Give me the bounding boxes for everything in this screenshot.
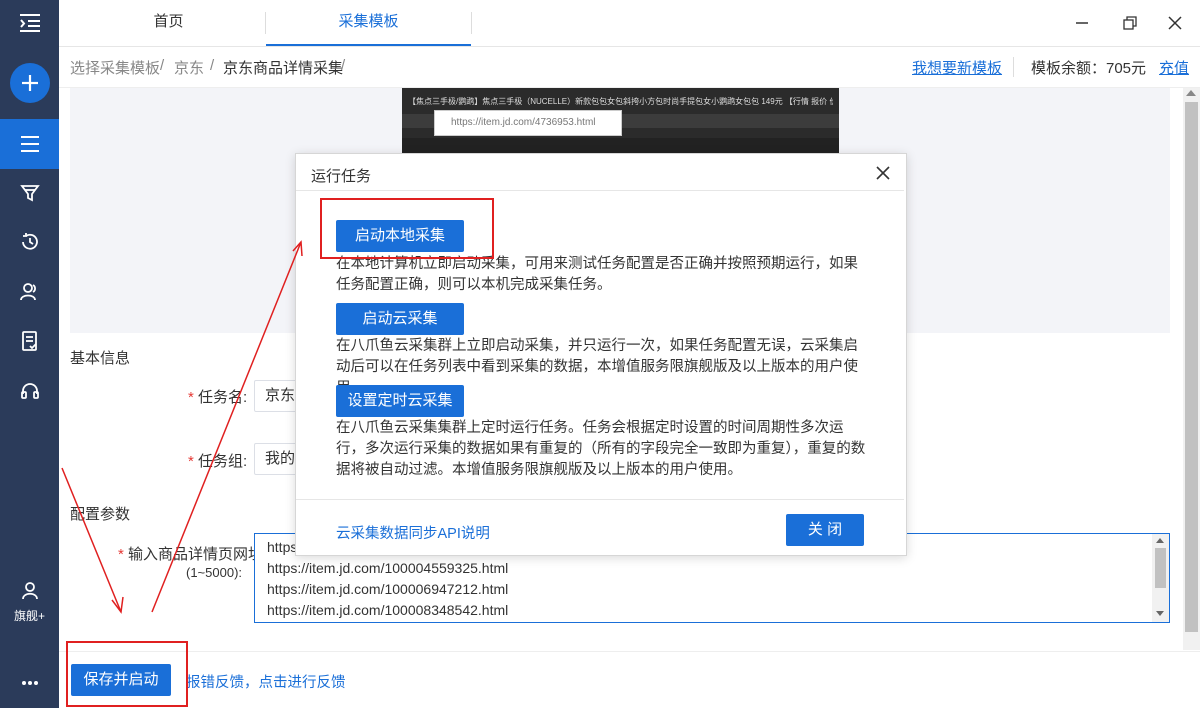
filter-icon: [19, 185, 40, 202]
more-icon: [21, 681, 38, 685]
dialog-close-action-button[interactable]: 关 闭: [786, 514, 864, 546]
want-new-template-link[interactable]: 我想要新模板: [912, 57, 1002, 78]
annotation-highlight-box: [320, 198, 494, 259]
tab-templates[interactable]: 采集模板: [266, 0, 471, 46]
local-collect-description: 在本地计算机立即启动采集，可用来测试任务配置是否正确并按照预期运行，如果任务配置…: [336, 256, 858, 293]
more-button[interactable]: [0, 658, 59, 708]
preview-url-box: https://item.jd.com/4736953.html: [434, 110, 622, 136]
textarea-scrollbar-thumb[interactable]: [1155, 548, 1166, 588]
dialog-title: 运行任务: [311, 168, 372, 185]
user-icon: [21, 582, 38, 600]
history-icon: [21, 233, 38, 250]
scroll-down-arrow-icon[interactable]: [1156, 611, 1164, 616]
breadcrumb-item-select-template[interactable]: 选择采集模板: [70, 57, 160, 78]
feedback-link[interactable]: 报错反馈，点击进行反馈: [186, 671, 346, 692]
required-mark: *: [188, 389, 194, 406]
url-input-hint: (1~5000):: [186, 565, 243, 580]
close-icon: [1168, 16, 1182, 30]
annotation-highlight-box: [66, 641, 188, 707]
plus-icon: [22, 75, 38, 91]
required-mark: *: [188, 453, 194, 470]
tab-home[interactable]: 首页: [71, 0, 266, 46]
window-close-button[interactable]: [1164, 12, 1186, 34]
breadcrumb-separator: /: [160, 57, 165, 74]
dialog-close-button[interactable]: [875, 165, 891, 181]
breadcrumb-separator: /: [341, 57, 346, 74]
scroll-up-arrow-icon[interactable]: [1186, 90, 1196, 96]
preview-screenshot: 【焦点三手极/鹦鹉】焦点三手极（NUCELLE）新款包包女包斜挎小方包时尚手提包…: [402, 88, 839, 154]
task-group-label-text: 任务组:: [198, 453, 248, 470]
scroll-up-arrow-icon[interactable]: [1156, 538, 1164, 543]
breadcrumb-bar: 选择采集模板 / 京东 / 京东商品详情采集 / 我想要新模板 模板余额：705…: [59, 47, 1200, 88]
sidebar-item-data[interactable]: [0, 316, 59, 366]
sidebar-item-support[interactable]: [0, 366, 59, 416]
sidebar-item-templates[interactable]: [0, 168, 59, 218]
breadcrumb-separator: /: [210, 57, 215, 74]
menu-collapse-icon[interactable]: [0, 0, 59, 46]
schedule-collect-description: 在八爪鱼云采集集群上定时运行任务。任务会根据定时设置的时间周期性多次运行，多次运…: [336, 420, 866, 478]
recharge-link[interactable]: 充值: [1159, 57, 1189, 78]
dialog-header-divider: [296, 190, 904, 191]
document-icon: [21, 331, 37, 351]
task-name-label-text: 任务名:: [198, 389, 248, 406]
breadcrumb-item-current: 京东商品详情采集: [223, 60, 344, 77]
breadcrumb-item-jd[interactable]: 京东: [174, 57, 204, 78]
preview-page-title: 【焦点三手极/鹦鹉】焦点三手极（NUCELLE）新款包包女包斜挎小方包时尚手提包…: [408, 97, 833, 106]
account-item[interactable]: 旗舰+: [0, 578, 59, 628]
restore-icon: [1123, 16, 1137, 30]
textarea-scrollbar[interactable]: [1152, 534, 1169, 622]
sidebar-item-history[interactable]: [0, 217, 59, 267]
url-input-label-text: 输入商品详情页网址: [128, 546, 264, 563]
schedule-cloud-collect-button[interactable]: 设置定时云采集: [336, 385, 464, 417]
cloud-api-doc-link[interactable]: 云采集数据同步API说明: [336, 522, 490, 543]
footer-divider: [59, 651, 1200, 652]
required-mark: *: [118, 546, 124, 563]
start-cloud-collect-button[interactable]: 启动云采集: [336, 303, 464, 335]
list-icon: [20, 136, 39, 152]
account-label: 旗舰+: [13, 609, 45, 623]
sidebar-item-users[interactable]: [0, 267, 59, 317]
dialog-footer-divider: [296, 499, 904, 500]
scrollbar-thumb[interactable]: [1185, 102, 1198, 632]
task-name-label: * 任务名:: [188, 386, 247, 407]
users-icon: [19, 283, 36, 301]
headset-icon: [20, 383, 39, 399]
minimize-icon: [1076, 22, 1088, 24]
sidebar-item-tasks[interactable]: [0, 119, 59, 169]
preview-nav-strip: [402, 138, 839, 154]
url-line: https://item.jd.com/100006947212.html: [267, 581, 509, 597]
url-line: https://item.jd.com/100004559325.html: [267, 560, 509, 576]
config-title: 配置参数: [70, 506, 131, 523]
tab-divider: [471, 12, 472, 34]
url-input-label: * 输入商品详情页网址: [118, 543, 263, 564]
url-line: https: [267, 539, 298, 555]
url-line: https://item.jd.com/100008348542.html: [267, 602, 509, 618]
minimize-button[interactable]: [1071, 12, 1093, 34]
top-bar: 首页 采集模板: [59, 0, 1200, 47]
task-group-label: * 任务组:: [188, 450, 247, 471]
restore-button[interactable]: [1119, 12, 1141, 34]
divider: [1013, 57, 1014, 77]
template-balance: 模板余额：705元: [1031, 60, 1147, 77]
new-task-button[interactable]: [10, 63, 50, 103]
close-icon: [876, 166, 890, 180]
sidebar: 旗舰+: [0, 0, 59, 708]
basic-info-title: 基本信息: [70, 350, 131, 367]
page-scrollbar[interactable]: [1183, 88, 1200, 650]
